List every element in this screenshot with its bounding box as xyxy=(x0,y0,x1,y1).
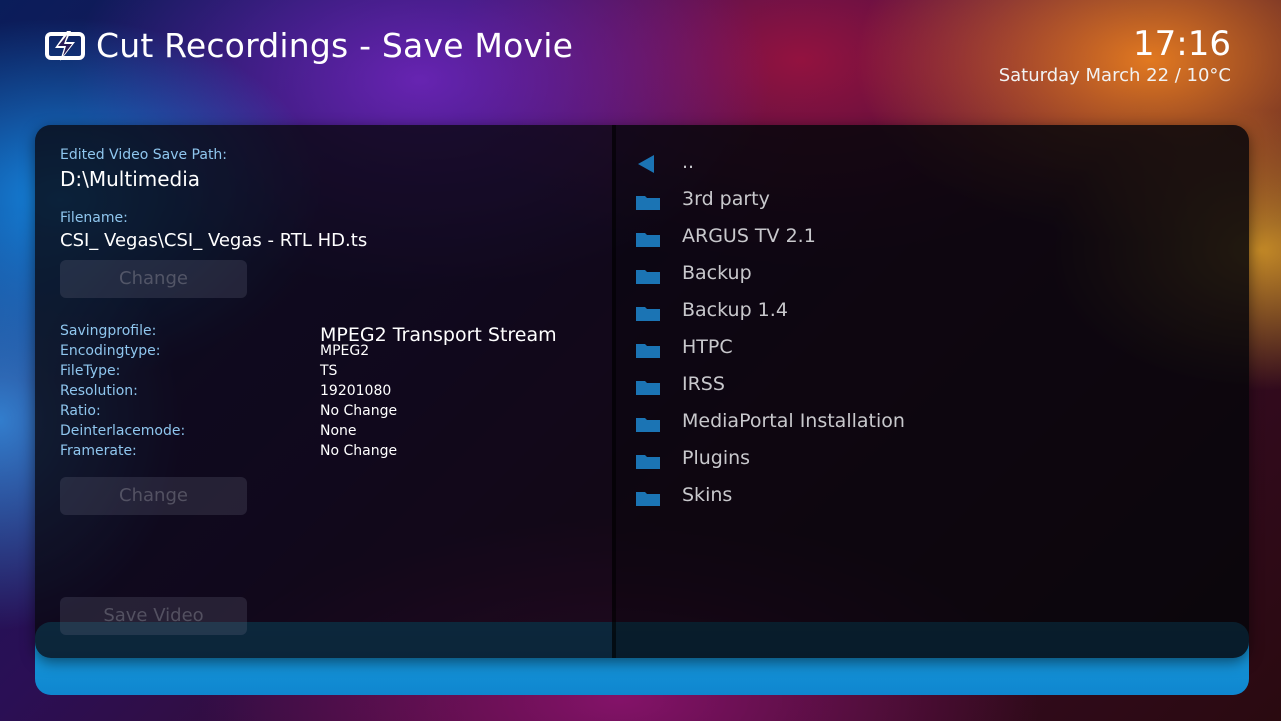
encodingtype-label: Encodingtype: xyxy=(60,343,161,359)
encodingtype-value: MPEG2 xyxy=(320,343,370,359)
save-video-button[interactable]: Save Video xyxy=(60,597,247,635)
list-item[interactable]: Skins xyxy=(636,482,1236,512)
folder-label: Backup 1.4 xyxy=(682,299,788,321)
filetype-label: FileType: xyxy=(60,363,121,379)
folder-icon xyxy=(636,455,660,469)
resolution-value: 19201080 xyxy=(320,383,392,399)
main-panel: Edited Video Save Path: D:\Multimedia Fi… xyxy=(35,125,1249,658)
framerate-label: Framerate: xyxy=(60,443,137,459)
folder-icon xyxy=(636,344,660,358)
resolution-label: Resolution: xyxy=(60,383,138,399)
deinterlacemode-label: Deinterlacemode: xyxy=(60,423,186,439)
folder-browser: .. 3rd party ARGUS TV 2.1 Backup Backup … xyxy=(612,125,1249,658)
framerate-value: No Change xyxy=(320,443,398,459)
cut-recordings-icon xyxy=(45,31,85,61)
ratio-label: Ratio: xyxy=(60,403,101,419)
folder-label: Backup xyxy=(682,262,752,284)
list-item[interactable]: HTPC xyxy=(636,334,1236,364)
back-arrow-icon xyxy=(638,155,654,173)
folder-label: ARGUS TV 2.1 xyxy=(682,225,816,247)
save-path-label: Edited Video Save Path: xyxy=(60,147,228,163)
savingprofile-label: Savingprofile: xyxy=(60,323,157,339)
filename-value: CSI_ Vegas\CSI_ Vegas - RTL HD.ts xyxy=(60,230,368,251)
folder-icon xyxy=(636,492,660,506)
folder-label: Plugins xyxy=(682,447,751,469)
list-item[interactable]: 3rd party xyxy=(636,186,1236,216)
change-filename-button[interactable]: Change xyxy=(60,260,247,298)
folder-label: Skins xyxy=(682,484,733,506)
ratio-value: No Change xyxy=(320,403,398,419)
folder-icon xyxy=(636,233,660,247)
folder-icon xyxy=(636,270,660,284)
folder-label: IRSS xyxy=(682,373,725,395)
folder-icon xyxy=(636,196,660,210)
filetype-value: TS xyxy=(320,363,338,379)
folder-icon xyxy=(636,381,660,395)
folder-label: MediaPortal Installation xyxy=(682,410,905,432)
folder-icon xyxy=(636,307,660,321)
change-profile-button[interactable]: Change xyxy=(60,477,247,515)
list-item[interactable]: Backup 1.4 xyxy=(636,297,1236,327)
back-label: .. xyxy=(682,151,695,173)
clock: 17:16 xyxy=(1133,24,1231,64)
deinterlacemode-value: None xyxy=(320,423,357,439)
list-item[interactable]: IRSS xyxy=(636,371,1236,401)
folder-label: 3rd party xyxy=(682,188,770,210)
list-item-back[interactable]: .. xyxy=(636,149,1236,179)
save-path-value: D:\Multimedia xyxy=(60,167,201,191)
folder-icon xyxy=(636,418,660,432)
save-settings-pane: Edited Video Save Path: D:\Multimedia Fi… xyxy=(35,125,612,658)
page-title: Cut Recordings - Save Movie xyxy=(96,26,574,65)
list-item[interactable]: Plugins xyxy=(636,445,1236,475)
list-item[interactable]: MediaPortal Installation xyxy=(636,408,1236,438)
list-item[interactable]: Backup xyxy=(636,260,1236,290)
folder-label: HTPC xyxy=(682,336,733,358)
list-item[interactable]: ARGUS TV 2.1 xyxy=(636,223,1236,253)
filename-label: Filename: xyxy=(60,210,128,226)
date-weather: Saturday March 22 / 10°C xyxy=(998,65,1231,86)
